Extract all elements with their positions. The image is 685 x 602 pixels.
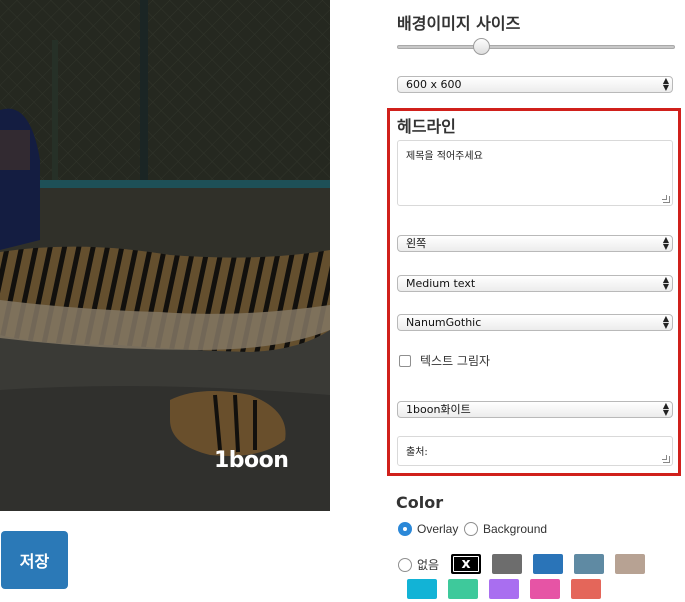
align-select[interactable]: 왼쪽 ▲ ▼ <box>397 235 673 252</box>
swatch-x-label: x <box>461 556 471 572</box>
swatch-red[interactable] <box>571 579 601 599</box>
resize-grip-icon[interactable] <box>662 195 670 203</box>
headline-textarea[interactable]: 제목을 적어주세요 <box>397 140 673 206</box>
swatch-black[interactable]: x <box>451 554 481 574</box>
style-select-value: 1boon화이트 <box>406 403 471 416</box>
swatch-steel[interactable] <box>574 554 604 574</box>
font-select[interactable]: NanumGothic ▲ ▼ <box>397 314 673 331</box>
swatch-taupe[interactable] <box>615 554 645 574</box>
overlay-radio[interactable] <box>398 522 412 536</box>
headline-title: 헤드라인 <box>397 117 456 136</box>
background-radio[interactable] <box>464 522 478 536</box>
slider-thumb[interactable] <box>473 38 490 55</box>
save-button[interactable]: 저장 <box>1 531 68 589</box>
slider-track <box>397 45 675 49</box>
resize-grip-icon[interactable] <box>662 455 670 463</box>
image-preview: 1boon <box>0 0 330 511</box>
color-title: Color <box>396 493 444 512</box>
text-size-select-value: Medium text <box>406 277 476 290</box>
1boon-logo: 1boon <box>214 448 289 473</box>
select-arrows-icon: ▲ ▼ <box>662 401 669 417</box>
no-color-label: 없음 <box>417 558 440 572</box>
swatch-green[interactable] <box>448 579 478 599</box>
background-option[interactable]: Background <box>464 522 547 536</box>
headline-textarea-placeholder: 제목을 적어주세요 <box>406 151 483 162</box>
no-color-option[interactable]: 없음 <box>398 556 439 573</box>
text-shadow-checkbox[interactable] <box>399 354 411 367</box>
select-arrows-icon: ▲ ▼ <box>662 275 669 291</box>
font-select-value: NanumGothic <box>406 316 482 329</box>
overlay-label: Overlay <box>417 522 459 536</box>
select-arrows-icon: ▲ ▼ <box>662 235 669 251</box>
text-shadow-label: 텍스트 그림자 <box>420 354 491 368</box>
swatch-pink[interactable] <box>530 579 560 599</box>
select-arrows-icon: ▲ ▼ <box>662 314 669 330</box>
swatch-blue[interactable] <box>533 554 563 574</box>
bg-size-select[interactable]: 600 x 600 ▲ ▼ <box>397 76 673 93</box>
align-select-value: 왼쪽 <box>406 237 427 250</box>
no-color-radio[interactable] <box>398 557 412 572</box>
bg-size-select-value: 600 x 600 <box>406 78 462 91</box>
text-shadow-option[interactable]: 텍스트 그림자 <box>399 352 490 369</box>
style-select[interactable]: 1boon화이트 ▲ ▼ <box>397 401 673 418</box>
swatch-cyan[interactable] <box>407 579 437 599</box>
swatch-purple[interactable] <box>489 579 519 599</box>
select-arrows-icon: ▲ ▼ <box>662 76 669 92</box>
background-label: Background <box>483 522 548 536</box>
bg-size-slider[interactable] <box>397 38 675 56</box>
bg-size-title: 배경이미지 사이즈 <box>397 14 521 33</box>
text-size-select[interactable]: Medium text ▲ ▼ <box>397 275 673 292</box>
source-textarea-placeholder: 출처: <box>406 447 428 458</box>
swatch-gray[interactable] <box>492 554 522 574</box>
source-textarea[interactable]: 출처: <box>397 436 673 466</box>
editor-root: 1boon 저장 배경이미지 사이즈 600 x 600 ▲ ▼ 헤드라인 제목을… <box>0 0 685 602</box>
overlay-option[interactable]: Overlay <box>398 522 458 536</box>
tiger-photo <box>0 0 330 511</box>
